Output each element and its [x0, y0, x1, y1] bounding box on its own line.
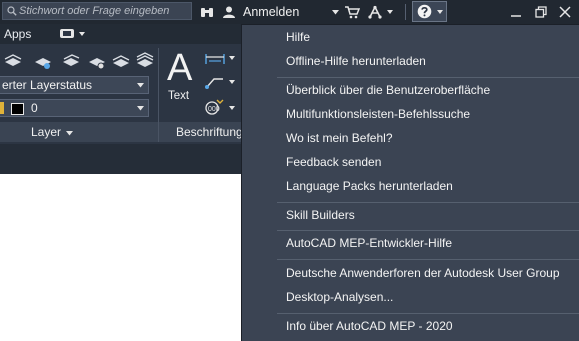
menu-item-about[interactable]: Info über AutoCAD MEP - 2020: [286, 316, 453, 336]
table-icon[interactable]: 000: [203, 98, 225, 116]
chevron-down-icon: [229, 106, 235, 110]
chevron-down-icon: [387, 10, 393, 14]
minimize-button[interactable]: [510, 0, 522, 24]
layer-freeze-icon[interactable]: [34, 54, 52, 70]
layer-lock-icon[interactable]: [62, 54, 80, 70]
layer-state-dropdown[interactable]: erter Layerstatus: [0, 76, 149, 94]
sign-in-label: Anmelden: [243, 5, 300, 19]
layer-match-icon[interactable]: [88, 54, 106, 70]
binoculars-icon: [201, 8, 213, 17]
svg-text:000: 000: [208, 106, 220, 113]
layer-tools-row: [4, 52, 154, 72]
sign-in-button[interactable]: Anmelden: [222, 0, 340, 24]
cart-icon: [345, 5, 360, 18]
panel-icon: [63, 31, 71, 36]
layer-dropdown[interactable]: 0: [0, 99, 149, 117]
binoculars-button[interactable]: [200, 0, 214, 24]
title-bar: Anmelden: [0, 0, 579, 24]
text-button-label: Text: [168, 90, 190, 102]
close-button[interactable]: [559, 0, 571, 24]
menu-item-developer-help[interactable]: AutoCAD MEP-Entwickler-Hilfe: [286, 233, 452, 253]
menu-item-user-group-forums[interactable]: Deutsche Anwenderforen der Autodesk User…: [286, 263, 560, 283]
menu-item-skill-builders[interactable]: Skill Builders: [286, 205, 355, 225]
leader-icon[interactable]: [204, 74, 226, 90]
text-glyph: A: [167, 47, 193, 89]
layer-state-value: erter Layerstatus: [2, 78, 93, 92]
panel-divider: [158, 122, 159, 142]
layer-walk-icon[interactable]: [112, 54, 130, 70]
menu-item-ui-overview[interactable]: Überblick über die Benutzeroberfläche: [286, 80, 490, 100]
layer-value: 0: [31, 101, 38, 115]
menu-item-ribbon-search[interactable]: Multifunktionsleisten-Befehlssuche: [286, 104, 470, 124]
ribbon-toggle-button[interactable]: [60, 29, 74, 38]
annotation-panel-label[interactable]: Beschriftung: [176, 125, 243, 139]
menu-item-help[interactable]: Hilfe: [286, 27, 310, 47]
layer-color-swatch: [11, 103, 24, 115]
text-button[interactable]: A Text: [164, 47, 198, 106]
menu-separator: [277, 77, 579, 78]
layer-panel-label[interactable]: Layer: [31, 125, 61, 139]
menu-item-language-packs[interactable]: Language Packs herunterladen: [286, 176, 453, 196]
menu-separator: [277, 313, 579, 314]
toolbar-divider: [405, 4, 406, 20]
restore-button[interactable]: [535, 0, 547, 24]
menu-item-feedback[interactable]: Feedback senden: [286, 152, 381, 172]
chevron-down-icon: [332, 9, 340, 14]
tab-apps[interactable]: Apps: [4, 27, 31, 41]
menu-item-offline-help[interactable]: Offline-Hilfe herunterladen: [286, 51, 426, 71]
search-input[interactable]: [19, 3, 189, 19]
chevron-down-icon: [229, 80, 235, 84]
dimension-icon[interactable]: [204, 52, 226, 66]
help-button[interactable]: [412, 1, 447, 22]
chevron-down-icon: [137, 83, 144, 88]
menu-separator: [277, 259, 579, 260]
chevron-down-icon: [66, 131, 73, 136]
user-icon: [223, 6, 235, 18]
menu-separator: [277, 202, 579, 203]
help-icon: [417, 4, 432, 19]
lock-icon: [0, 102, 4, 114]
layer-iso-icon[interactable]: [4, 54, 22, 70]
search-icon: [7, 6, 17, 16]
menu-separator: [277, 230, 579, 231]
restore-icon: [535, 6, 547, 18]
menu-item-desktop-analytics[interactable]: Desktop-Analysen...: [286, 287, 393, 307]
chevron-down-icon: [79, 32, 85, 36]
close-icon: [559, 6, 571, 18]
chevron-down-icon: [437, 10, 443, 14]
chevron-down-icon: [229, 56, 235, 60]
minimize-icon: [511, 15, 521, 17]
a360-button[interactable]: [368, 0, 393, 24]
menu-item-where-is-command[interactable]: Wo ist mein Befehl?: [286, 128, 393, 148]
chevron-down-icon: [137, 106, 144, 111]
a360-icon: [368, 5, 382, 19]
search-box[interactable]: [2, 2, 192, 20]
store-button[interactable]: [345, 0, 360, 24]
layer-stack-icon[interactable]: [136, 52, 154, 70]
help-menu: Hilfe Offline-Hilfe herunterladen Überbl…: [241, 24, 579, 341]
